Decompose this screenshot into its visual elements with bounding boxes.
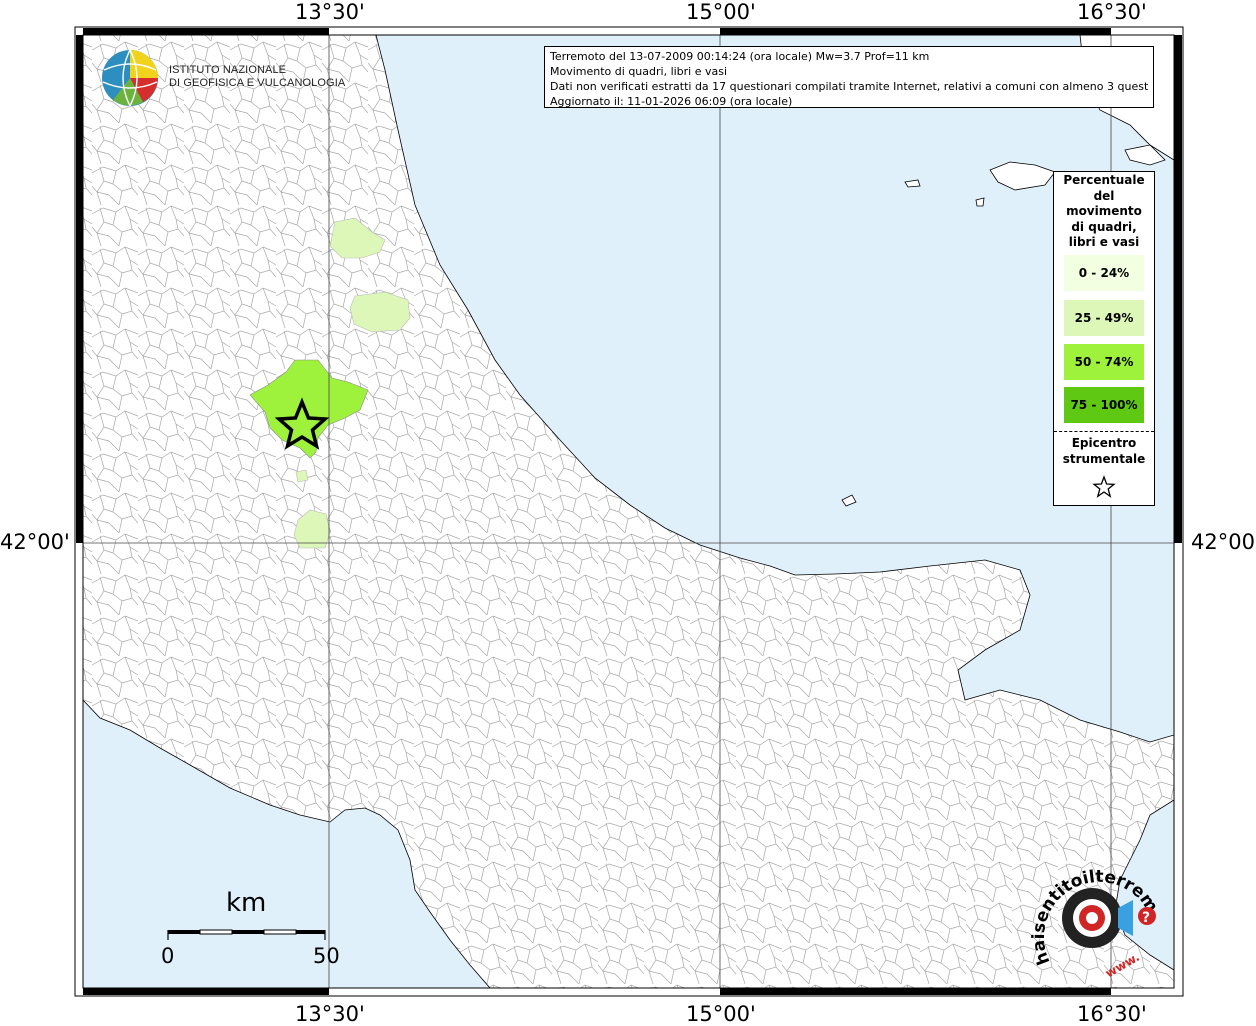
star-icon: [1092, 475, 1116, 498]
legend-class-1: 0 - 24%: [1064, 255, 1144, 291]
ingv-logo-icon: [102, 49, 158, 107]
felt-area-low: [295, 469, 309, 483]
event-parameter: Movimento di quadri, libri e vasi: [550, 65, 728, 78]
lon-label-top: 15°00': [686, 0, 756, 24]
event-updated: Aggiornato il: 11-01-2026 06:09 (ora loc…: [550, 95, 793, 108]
haisentito-logo-icon: haisentitoilterremoto.it ? www.: [1030, 852, 1162, 981]
event-data-note: Dati non verificati estratti da 17 quest…: [550, 80, 1148, 93]
lon-label-bottom: 15°00': [686, 1002, 756, 1026]
legend-epicenter-line: strumentale: [1062, 452, 1146, 466]
legend-title: Percentuale del movimento di quadri, lib…: [1054, 172, 1154, 251]
event-info-box: Terremoto del 13-07-2009 00:14:24 (ora l…: [544, 46, 1154, 108]
lat-label-left: 42°00': [0, 530, 70, 554]
logo-line-2: DI GEOFISICA E VULCANOLOGIA: [169, 77, 346, 89]
lon-label-top: 16°30': [1077, 0, 1147, 24]
scale-unit: km: [226, 888, 267, 918]
legend: Percentuale del movimento di quadri, lib…: [1053, 171, 1155, 506]
legend-title-line: del: [1093, 188, 1115, 203]
legend-title-line: movimento: [1066, 204, 1142, 218]
legend-title-line: Percentuale: [1063, 173, 1145, 187]
legend-title-line: libri e vasi: [1068, 235, 1140, 249]
lon-label-bottom: 13°30': [295, 1002, 365, 1026]
legend-class-3: 50 - 74%: [1064, 344, 1144, 380]
hst-url-text: www.: [1103, 950, 1142, 981]
lon-label-bottom: 16°30': [1077, 1002, 1147, 1026]
logo-line-1: ISTITUTO NAZIONALE: [169, 64, 287, 76]
svg-text:?: ?: [1142, 910, 1150, 926]
legend-divider: [1054, 431, 1154, 432]
lat-label-right: 42°00': [1191, 530, 1256, 554]
felt-area-low: [349, 291, 411, 333]
scale-start: 0: [161, 944, 175, 968]
legend-title-line: di quadri,: [1071, 219, 1137, 234]
legend-class-4: 75 - 100%: [1064, 387, 1144, 423]
event-title: Terremoto del 13-07-2009 00:14:24 (ora l…: [550, 50, 930, 63]
lon-label-top: 13°30': [295, 0, 365, 24]
scale-end: 50: [313, 944, 340, 968]
ingv-logo-text: ISTITUTO NAZIONALE DI GEOFISICA E VULCAN…: [169, 64, 345, 90]
legend-epicenter-line: Epicentro: [1071, 436, 1137, 450]
legend-epicenter-label: Epicentro strumentale: [1054, 435, 1154, 467]
legend-class-2: 25 - 49%: [1064, 300, 1144, 336]
